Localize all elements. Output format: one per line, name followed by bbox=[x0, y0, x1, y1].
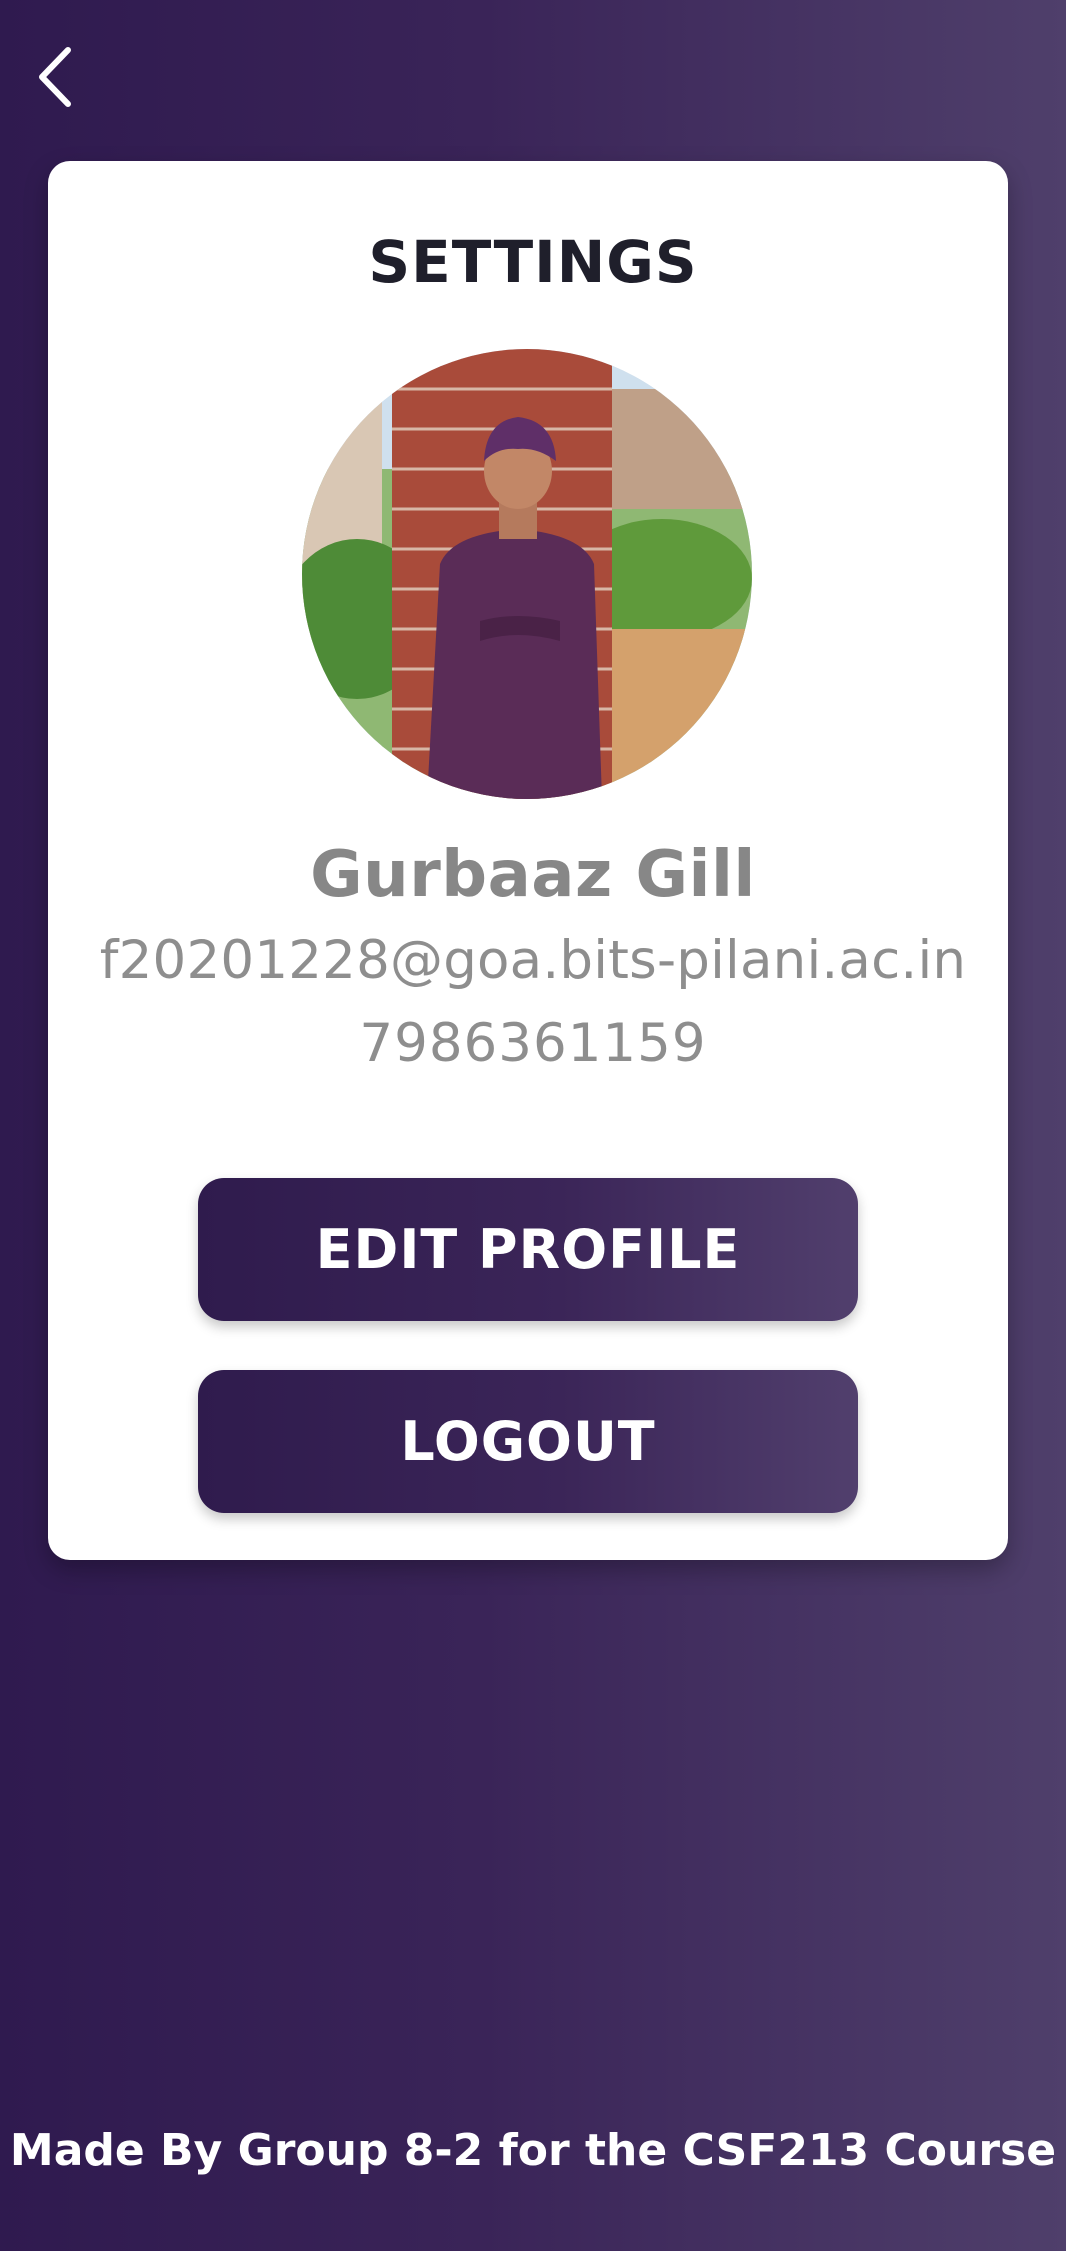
avatar bbox=[302, 349, 752, 799]
page-title: SETTINGS bbox=[368, 228, 698, 296]
user-phone: 7986361159 bbox=[359, 1013, 707, 1074]
chevron-left-icon bbox=[39, 47, 71, 107]
footer-credit: Made By Group 8-2 for the CSF213 Course bbox=[9, 2125, 1057, 2176]
logout-button[interactable]: LOGOUT bbox=[198, 1370, 858, 1513]
back-button[interactable] bbox=[22, 36, 92, 118]
user-name: Gurbaaz Gill bbox=[310, 838, 756, 912]
top-bar bbox=[0, 0, 1066, 150]
user-email: f20201228@goa.bits-pilani.ac.in bbox=[99, 930, 967, 991]
edit-profile-button[interactable]: EDIT PROFILE bbox=[198, 1178, 858, 1321]
